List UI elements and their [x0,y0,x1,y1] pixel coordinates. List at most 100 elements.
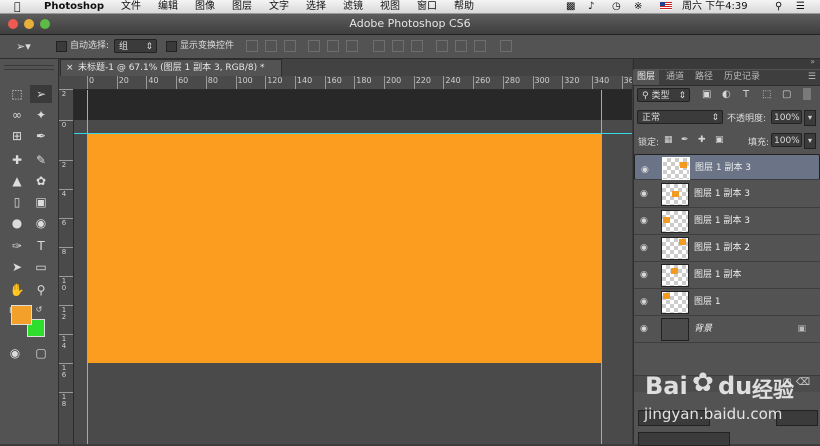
panel-collapse-icon[interactable]: » [810,57,815,66]
document-canvas[interactable] [87,134,602,363]
foreground-color-swatch[interactable] [11,305,32,325]
filter-toggle-icon[interactable] [803,88,811,100]
eraser-tool-icon[interactable]: ▯ [6,193,28,211]
tab-layers[interactable]: 图层 [633,70,660,85]
distribute-left-icon[interactable] [436,40,448,52]
toolbox-grip[interactable] [4,65,54,70]
notification-icon[interactable]: ☰ [796,0,805,13]
distribute-vcenter-icon[interactable] [392,40,404,52]
tab-paths[interactable]: 路径 [691,70,717,85]
input-flag-icon[interactable] [660,0,672,13]
auto-select-dropdown[interactable]: 组 ⇕ [114,39,157,53]
distribute-top-icon[interactable] [373,40,385,52]
volume-icon[interactable]: ♪ [588,0,594,13]
layer-row[interactable]: ◉ 图层 1 副本 [634,262,820,289]
apple-menu-icon[interactable]:  [14,0,21,13]
distribute-bottom-icon[interactable] [411,40,423,52]
hand-tool-icon[interactable]: ✋ [6,281,28,299]
eye-icon[interactable]: ◉ [640,189,648,199]
airplay-icon[interactable]: ▩ [566,0,575,13]
opacity-slider-icon[interactable]: ▾ [804,110,816,126]
menu-help[interactable]: 帮助 [454,0,474,13]
spotlight-icon[interactable]: ⚲ [775,0,782,13]
bluetooth-icon[interactable]: ※ [634,0,642,13]
gradient-tool-icon[interactable]: ▣ [30,193,52,211]
fill-slider-icon[interactable]: ▾ [804,133,816,149]
opacity-input[interactable]: 100% [771,110,802,124]
layer-row[interactable]: ◉ 图层 1 [634,289,820,316]
eye-icon[interactable]: ◉ [640,297,648,307]
horizontal-ruler[interactable]: 0 20 40 60 80 100 120 140 160 180 200 220 240 260 280 3… [73,76,632,90]
tab-history[interactable]: 历史记录 [720,70,764,85]
lock-transparent-icon[interactable]: ▦ [664,135,673,145]
align-bottom-icon[interactable] [284,40,296,52]
quick-selection-tool-icon[interactable]: ✦ [30,106,52,124]
align-top-icon[interactable] [246,40,258,52]
close-tab-icon[interactable]: × [66,60,74,77]
brush-tool-icon[interactable]: ✎ [30,151,52,169]
dodge-tool-icon[interactable]: ◉ [30,214,52,232]
filter-pixel-icon[interactable]: ▣ [702,89,711,100]
eye-icon[interactable]: ◉ [640,270,648,280]
menu-layer[interactable]: 图层 [232,0,252,13]
path-selection-tool-icon[interactable]: ➤ [6,258,28,276]
lasso-tool-icon[interactable]: ∞ [6,106,28,124]
layer-row[interactable]: ◉ 图层 1 副本 3 [634,208,820,235]
vertical-guide-left[interactable] [87,90,88,444]
vertical-ruler[interactable]: 2 0 2 4 6 8 10 12 14 16 18 [59,89,74,444]
layer-row[interactable]: ◉ 背景 ▣ [634,316,820,343]
lock-all-icon[interactable]: ▣ [715,135,724,145]
eye-icon[interactable]: ◉ [640,216,648,226]
rectangle-tool-icon[interactable]: ▭ [30,258,52,276]
menu-type[interactable]: 文字 [269,0,289,13]
eye-icon[interactable]: ◉ [640,324,648,334]
auto-select-checkbox[interactable] [56,41,67,52]
layer-filter-dropdown[interactable]: ⚲ 类型 ⇕ [637,88,690,102]
menu-filter[interactable]: 滤镜 [343,0,363,13]
ruler-origin[interactable] [59,76,73,89]
history-brush-tool-icon[interactable]: ✿ [30,172,52,190]
eye-icon[interactable]: ◉ [641,163,649,177]
menubar-clock[interactable]: 周六 下午4:39 [682,0,748,13]
type-tool-icon[interactable]: T [30,237,52,255]
move-tool-preset-icon[interactable]: ➢▾ [16,35,31,58]
auto-align-icon[interactable] [500,40,512,52]
align-right-icon[interactable] [346,40,358,52]
menu-select[interactable]: 选择 [306,0,326,13]
quick-mask-icon[interactable]: ◉ [4,344,26,362]
pen-tool-icon[interactable]: ✑ [6,237,28,255]
show-transform-checkbox[interactable] [166,41,177,52]
time-machine-icon[interactable]: ◷ [612,0,621,13]
panel-menu-icon[interactable]: ☰ [808,70,816,85]
clone-stamp-tool-icon[interactable]: ▲ [6,172,28,190]
distribute-hcenter-icon[interactable] [455,40,467,52]
align-vcenter-icon[interactable] [265,40,277,52]
move-tool-icon[interactable]: ➢ [30,85,52,103]
menu-window[interactable]: 窗口 [417,0,437,13]
horizontal-guide-top[interactable] [74,133,632,134]
layer-row[interactable]: ◉ 图层 1 副本 3 [634,154,820,180]
zoom-tool-icon[interactable]: ⚲ [30,281,52,299]
align-hcenter-icon[interactable] [327,40,339,52]
tab-channels[interactable]: 通道 [662,70,688,85]
document-tab[interactable]: × 未标题-1 @ 67.1% (图层 1 副本 3, RGB/8) * [60,59,282,77]
layer-row[interactable]: ◉ 图层 1 副本 3 [634,181,820,208]
menu-edit[interactable]: 编辑 [158,0,178,13]
menu-view[interactable]: 视图 [380,0,400,13]
align-left-icon[interactable] [308,40,320,52]
fill-input[interactable]: 100% [771,133,802,147]
eye-icon[interactable]: ◉ [640,243,648,253]
blend-mode-dropdown[interactable]: 正常 ⇕ [637,110,723,124]
blur-tool-icon[interactable]: ● [6,214,28,232]
eyedropper-tool-icon[interactable]: ✒ [30,127,52,145]
crop-tool-icon[interactable]: ⊞ [6,127,28,145]
filter-adjustment-icon[interactable]: ◐ [722,89,731,100]
distribute-right-icon[interactable] [474,40,486,52]
vertical-guide-right[interactable] [601,90,602,444]
marquee-tool-icon[interactable]: ⬚ [6,85,28,103]
screen-mode-icon[interactable]: ▢ [30,344,52,362]
app-menu[interactable]: Photoshop [44,0,104,13]
filter-type-icon[interactable]: T [743,89,749,100]
panel-header-bar[interactable]: » [634,57,820,69]
menu-image[interactable]: 图像 [195,0,215,13]
